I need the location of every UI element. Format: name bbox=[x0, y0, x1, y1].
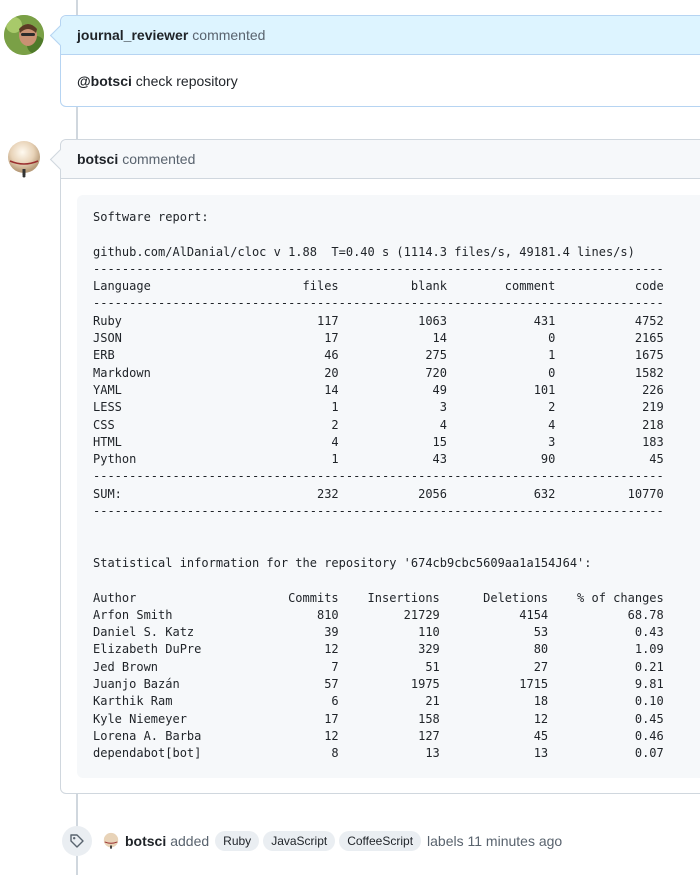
label-javascript[interactable]: JavaScript bbox=[263, 831, 336, 851]
report-line: LESS 1 3 2 219 bbox=[93, 400, 664, 415]
bot-avatar-icon bbox=[8, 141, 40, 178]
comment-author[interactable]: journal_reviewer bbox=[77, 27, 188, 43]
avatar[interactable] bbox=[4, 15, 44, 55]
report-line: ----------------------------------------… bbox=[93, 296, 664, 311]
comment-body: @botsci check repository bbox=[61, 55, 700, 107]
report-line: Language files blank comment code bbox=[93, 279, 664, 294]
report-line: Lorena A. Barba 12 127 45 0.46 bbox=[93, 728, 664, 743]
label-ruby[interactable]: Ruby bbox=[215, 831, 260, 851]
report-line: Arfon Smith 810 21729 4154 68.78 bbox=[93, 607, 664, 622]
report-line: Ruby 117 1063 431 4752 bbox=[93, 313, 664, 328]
comment-header: botsci commented bbox=[61, 140, 700, 179]
report-line: Elizabeth DuPre 12 329 80 1.09 bbox=[93, 642, 664, 657]
report-line: Python 1 43 90 45 bbox=[93, 452, 664, 467]
label-coffeescript[interactable]: CoffeeScript bbox=[339, 831, 422, 851]
report-line: Jed Brown 7 51 27 0.21 bbox=[93, 659, 664, 674]
report-line: CSS 2 4 4 218 bbox=[93, 417, 664, 432]
report-line: YAML 14 49 101 226 bbox=[93, 382, 664, 397]
report-line: Kyle Niemeyer 17 158 12 0.45 bbox=[93, 711, 664, 726]
report-line: HTML 4 15 3 183 bbox=[93, 434, 664, 449]
report-line bbox=[93, 572, 700, 589]
avatar-photo-icon bbox=[4, 15, 44, 55]
comment-action: commented bbox=[192, 27, 266, 43]
comment-reviewer: journal_reviewer commented @botsci check… bbox=[60, 15, 700, 107]
report-line: ----------------------------------------… bbox=[93, 261, 664, 276]
report-line bbox=[93, 520, 700, 537]
report-line: Markdown 20 720 0 1582 bbox=[93, 365, 664, 380]
report-line: Software report: bbox=[93, 210, 209, 224]
mention-link[interactable]: @botsci bbox=[77, 73, 132, 89]
comment-action: commented bbox=[122, 151, 196, 167]
comment-text: check repository bbox=[131, 73, 238, 89]
report-line: Statistical information for the reposito… bbox=[93, 555, 592, 570]
report-line bbox=[93, 538, 700, 555]
software-report-block: Software report: github.com/AlDanial/clo… bbox=[77, 195, 700, 778]
comment-author[interactable]: botsci bbox=[77, 151, 118, 167]
report-line: JSON 17 14 0 2165 bbox=[93, 331, 664, 346]
bot-avatar-small-icon[interactable] bbox=[102, 832, 120, 850]
event-action: added bbox=[170, 833, 210, 849]
report-line: Juanjo Bazán 57 1975 1715 9.81 bbox=[93, 677, 664, 692]
report-line: dependabot[bot] 8 13 13 0.07 bbox=[93, 746, 664, 761]
report-line: Karthik Ram 6 21 18 0.10 bbox=[93, 694, 664, 709]
report-line bbox=[93, 226, 700, 243]
report-line: ----------------------------------------… bbox=[93, 504, 664, 519]
report-line: Daniel S. Katz 39 110 53 0.43 bbox=[93, 625, 664, 640]
report-line: Author Commits Insertions Deletions % of… bbox=[93, 590, 664, 605]
report-line: ERB 46 275 1 1675 bbox=[93, 348, 664, 363]
report-line: SUM: 232 2056 632 10770 bbox=[93, 486, 664, 501]
tag-icon bbox=[62, 826, 92, 856]
comment-botsci: botsci commented Software report: github… bbox=[60, 139, 700, 794]
bot-avatar[interactable] bbox=[4, 139, 44, 179]
event-author[interactable]: botsci bbox=[125, 833, 166, 849]
label-event: botsci added Ruby JavaScript CoffeeScrip… bbox=[62, 826, 562, 856]
report-line: github.com/AlDanial/cloc v 1.88 T=0.40 s… bbox=[93, 244, 635, 259]
comment-header: journal_reviewer commented bbox=[61, 16, 700, 55]
event-timestamp: labels 11 minutes ago bbox=[427, 833, 563, 849]
report-line: ----------------------------------------… bbox=[93, 469, 664, 484]
